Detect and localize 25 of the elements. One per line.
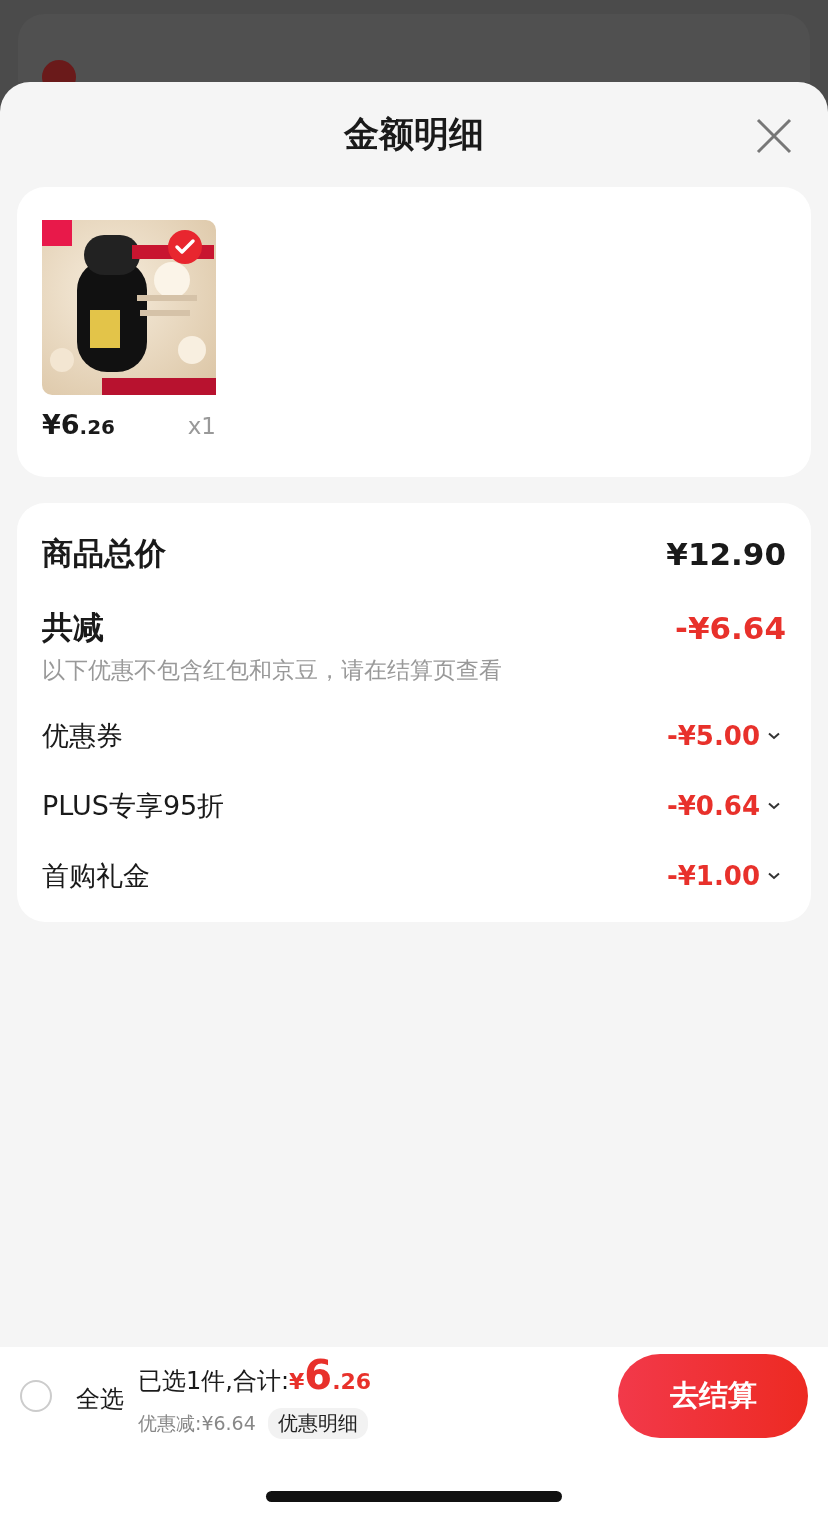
select-all-radio[interactable]	[20, 1380, 52, 1412]
discount-total: 优惠减:¥6.64	[138, 1410, 256, 1436]
discount-item-label: PLUS专享95折	[42, 789, 225, 823]
discount-label: 共减	[42, 608, 104, 647]
discount-item-value: -¥1.00	[666, 861, 760, 891]
chevron-icon[interactable]	[768, 872, 780, 880]
close-icon[interactable]	[756, 118, 792, 154]
select-all-label[interactable]: 全选	[76, 1383, 124, 1415]
selected-summary: 已选1件,合计:	[138, 1366, 289, 1397]
product-quantity: x1	[187, 413, 216, 439]
total-price: ¥6.26	[289, 1353, 372, 1400]
discount-item-label: 首购礼金	[42, 859, 150, 893]
chevron-icon[interactable]	[768, 732, 780, 740]
discount-item-value: -¥0.64	[666, 791, 760, 821]
discount-value: -¥6.64	[675, 610, 786, 646]
checkout-button[interactable]: 去结算	[618, 1354, 808, 1438]
discount-details-button[interactable]: 优惠明细	[267, 1408, 368, 1439]
discount-item-value: -¥5.00	[666, 721, 760, 751]
product-price: ¥6.26	[42, 409, 115, 440]
total-label: 商品总价	[42, 534, 166, 573]
chevron-icon[interactable]	[768, 802, 780, 810]
total-value: ¥12.90	[666, 536, 786, 572]
discount-item-label: 优惠券	[42, 719, 123, 753]
sheet-title: 金额明细	[344, 113, 484, 156]
discount-note: 以下优惠不包含红包和京豆，请在结算页查看	[42, 656, 503, 685]
